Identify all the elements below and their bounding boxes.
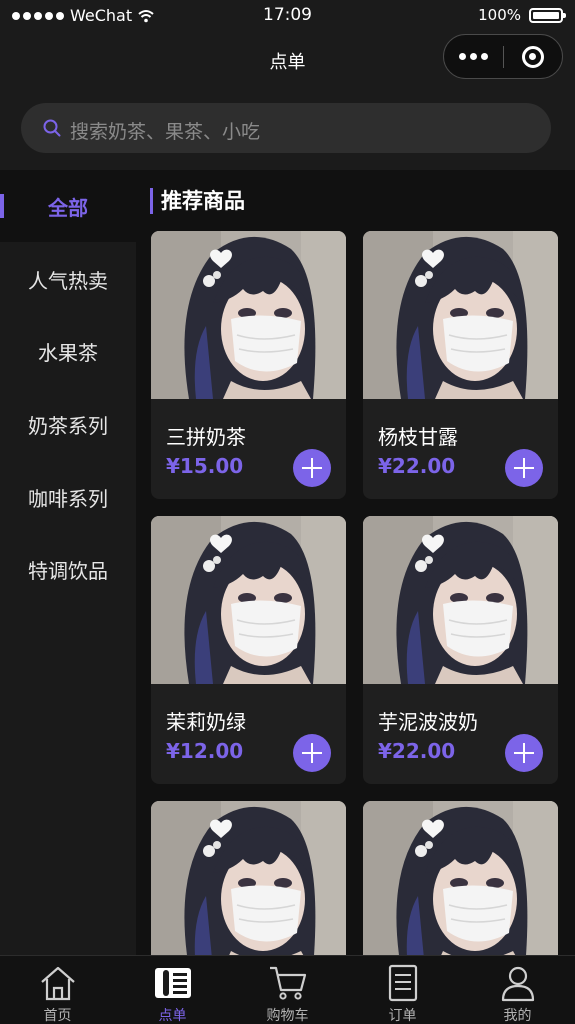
more-options-button[interactable] <box>444 35 503 78</box>
portrait-illustration <box>363 231 558 399</box>
tab-cart[interactable]: 购物车 <box>230 956 345 1024</box>
cart-icon <box>269 966 306 1000</box>
product-card[interactable]: 杨枝甘露 ¥22.00 <box>363 231 558 499</box>
add-to-cart-button[interactable] <box>505 449 543 487</box>
product-list: 推荐商品 三拼奶茶 ¥15.00 杨枝甘露 ¥22.00 茉莉奶绿 ¥12.00… <box>136 170 575 955</box>
portrait-illustration <box>151 516 346 684</box>
product-image <box>363 801 558 955</box>
search-placeholder: 搜索奶茶、果茶、小吃 <box>70 121 261 143</box>
portrait-illustration <box>151 801 346 955</box>
category-special[interactable]: 特调饮品 <box>0 533 136 605</box>
battery-percent: 100% <box>478 6 521 24</box>
more-dots-icon <box>458 53 466 60</box>
add-to-cart-button[interactable] <box>293 734 331 772</box>
order-icon <box>388 964 417 1002</box>
status-bar: WeChat 17:09 100% <box>0 0 575 32</box>
product-image <box>363 516 558 684</box>
product-image <box>151 801 346 955</box>
category-popular[interactable]: 人气热卖 <box>0 243 136 315</box>
section-title: 推荐商品 <box>150 188 245 214</box>
portrait-illustration <box>363 801 558 955</box>
product-price: ¥22.00 <box>378 739 456 763</box>
battery-status: 100% <box>478 6 566 24</box>
close-miniprogram-button[interactable] <box>503 35 562 78</box>
product-price: ¥15.00 <box>166 454 244 478</box>
tab-label: 我的 <box>503 1008 532 1024</box>
product-card[interactable]: 茉莉奶绿 ¥12.00 <box>151 516 346 784</box>
add-to-cart-button[interactable] <box>505 734 543 772</box>
product-name: 三拼奶茶 <box>166 425 246 449</box>
tab-label: 点单 <box>158 1008 187 1024</box>
bottom-tab-bar: 首页 点单 购物车 订单 我的 <box>0 955 575 1024</box>
nav-bar: 点单 <box>0 32 575 90</box>
product-name: 茉莉奶绿 <box>166 710 246 734</box>
category-all[interactable]: 全部 <box>0 170 136 242</box>
category-sidebar: 全部 人气热卖 水果茶 奶茶系列 咖啡系列 特调饮品 <box>0 170 136 955</box>
search-area: 搜索奶茶、果茶、小吃 <box>0 90 575 170</box>
tab-orders[interactable]: 订单 <box>345 956 460 1024</box>
category-coffee[interactable]: 咖啡系列 <box>0 461 136 533</box>
tab-label: 首页 <box>43 1008 72 1024</box>
product-image <box>151 516 346 684</box>
search-icon <box>43 119 61 137</box>
product-image <box>151 231 346 399</box>
battery-icon <box>529 7 566 23</box>
miniprogram-capsule <box>443 34 563 79</box>
product-card[interactable] <box>151 801 346 955</box>
tab-profile[interactable]: 我的 <box>460 956 575 1024</box>
product-price: ¥22.00 <box>378 454 456 478</box>
product-image <box>363 231 558 399</box>
portrait-illustration <box>151 231 346 399</box>
target-icon <box>521 45 544 68</box>
search-input[interactable]: 搜索奶茶、果茶、小吃 <box>21 103 551 153</box>
add-to-cart-button[interactable] <box>293 449 331 487</box>
product-name: 杨枝甘露 <box>378 425 458 449</box>
product-price: ¥12.00 <box>166 739 244 763</box>
product-name: 芋泥波波奶 <box>378 710 478 734</box>
product-card[interactable]: 芋泥波波奶 ¥22.00 <box>363 516 558 784</box>
category-milk-tea[interactable]: 奶茶系列 <box>0 388 136 460</box>
menu-icon <box>154 968 191 998</box>
home-icon <box>40 966 75 1001</box>
tab-label: 订单 <box>388 1008 417 1024</box>
portrait-illustration <box>363 516 558 684</box>
user-icon <box>501 966 534 1002</box>
tab-home[interactable]: 首页 <box>0 956 115 1024</box>
tab-label: 购物车 <box>266 1008 309 1024</box>
product-card[interactable]: 三拼奶茶 ¥15.00 <box>151 231 346 499</box>
tab-order-menu[interactable]: 点单 <box>115 956 230 1024</box>
category-fruit-tea[interactable]: 水果茶 <box>0 315 136 387</box>
product-card[interactable] <box>363 801 558 955</box>
